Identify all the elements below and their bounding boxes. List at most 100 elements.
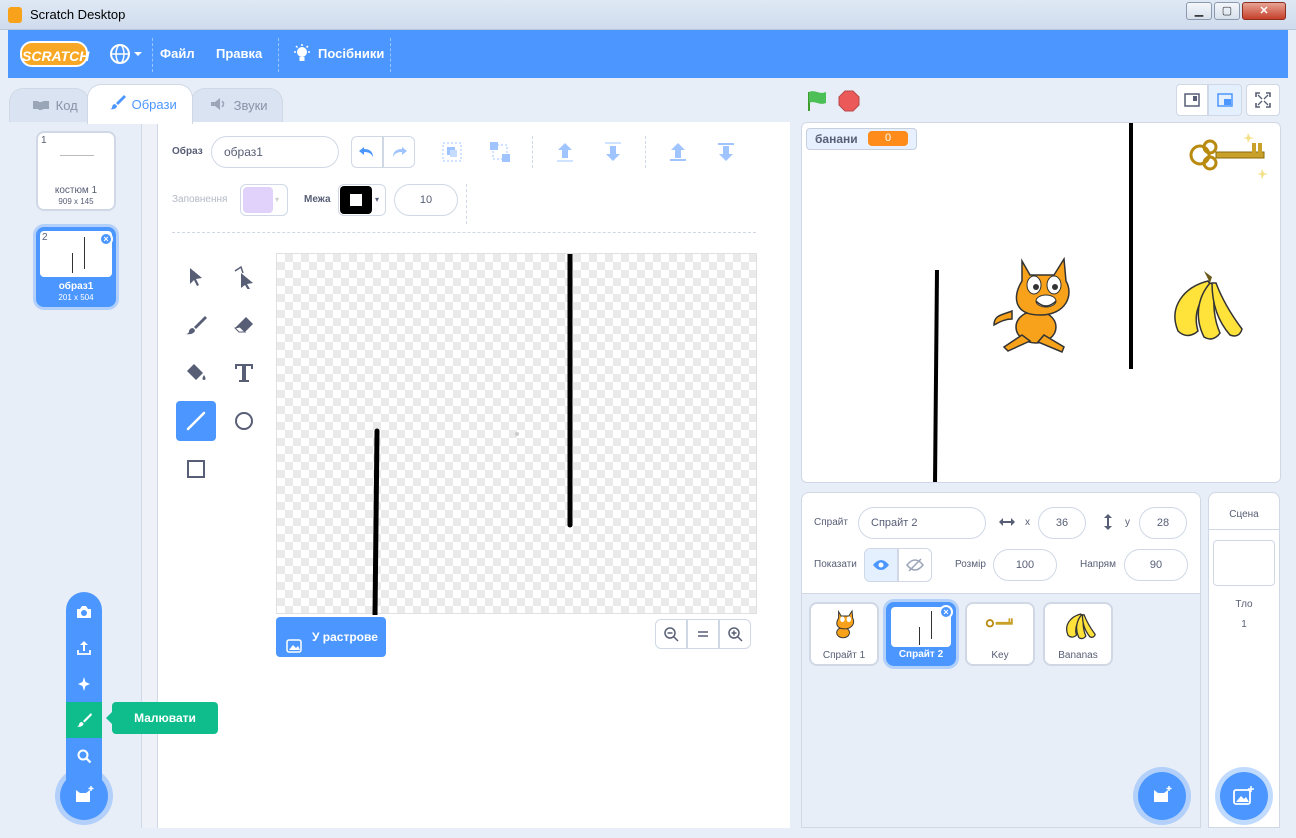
show-button[interactable] [864, 548, 898, 582]
stop-icon[interactable] [838, 90, 860, 117]
sprite-name: Спрайт 2 [898, 649, 944, 660]
sparkle-icon [78, 677, 90, 691]
outline-width-input[interactable]: 10 [394, 184, 458, 216]
sprite-name: Спрайт 1 [822, 650, 866, 661]
fill-label: Заповнення [172, 194, 228, 205]
minimize-button[interactable]: ▁ [1186, 2, 1212, 20]
costume-name-input[interactable] [211, 136, 339, 168]
back-icon[interactable] [714, 140, 738, 169]
zoom-in-button[interactable] [719, 619, 751, 649]
costume-name: костюм 1 [54, 185, 98, 196]
bananas-sprite[interactable] [1164, 267, 1244, 352]
paint-canvas[interactable] [276, 253, 757, 615]
menu-tutorials[interactable]: Посібники [318, 46, 384, 61]
y-input[interactable]: 28 [1139, 507, 1187, 539]
menu-edit[interactable]: Правка [216, 46, 262, 61]
tab-code-label: Код [55, 98, 78, 113]
add-costume-button[interactable] [60, 772, 108, 820]
brush-icon [186, 316, 207, 335]
group-icon[interactable] [440, 140, 464, 169]
backdrop-thumbnail [1213, 540, 1275, 586]
fullscreen-icon [1255, 92, 1271, 108]
undo-button[interactable] [351, 136, 383, 168]
search-button[interactable] [66, 738, 102, 774]
sprite-tile-4[interactable]: Bananas [1043, 602, 1113, 666]
outline-label: Межа [304, 194, 331, 205]
direction-input[interactable]: 90 [1124, 549, 1188, 581]
reshape-tool[interactable] [224, 257, 264, 297]
line-icon [186, 411, 206, 431]
sprite-tile-1[interactable]: Спрайт 1 [809, 602, 879, 666]
costume-item-2[interactable]: 2 × образ1 201 x 504 [36, 227, 116, 307]
redo-icon [393, 147, 407, 157]
surprise-button[interactable] [66, 666, 102, 702]
redo-button[interactable] [383, 136, 415, 168]
menu-file[interactable]: Файл [160, 46, 195, 61]
stage[interactable] [801, 122, 1281, 483]
maximize-button[interactable]: ▢ [1214, 2, 1240, 20]
outline-color-picker[interactable]: ▾ [338, 184, 386, 216]
text-tool[interactable] [224, 353, 264, 393]
zoom-out-icon [664, 627, 679, 642]
close-button[interactable]: ✕ [1242, 2, 1286, 20]
cat-sprite[interactable] [992, 251, 1092, 360]
sprite-name-input[interactable] [858, 507, 986, 539]
upload-button[interactable] [66, 630, 102, 666]
add-sprite-button[interactable] [1138, 772, 1186, 820]
menubar: SCRATCH Файл Правка Посібники [8, 30, 1288, 78]
x-input[interactable]: 36 [1038, 507, 1086, 539]
small-stage-button[interactable] [1176, 84, 1208, 116]
fill-tool[interactable] [176, 353, 216, 393]
paint-button[interactable] [66, 702, 102, 738]
zoom-out-button[interactable] [655, 619, 687, 649]
scratch-logo[interactable]: SCRATCH [20, 41, 89, 67]
delete-sprite-button[interactable]: × [939, 605, 953, 619]
y-label: y [1125, 517, 1130, 528]
eye-slash-icon [906, 558, 924, 572]
rectangle-tool[interactable] [176, 449, 216, 489]
line-tool[interactable] [176, 401, 216, 441]
front-icon[interactable] [666, 140, 690, 169]
camera-button[interactable] [66, 594, 102, 630]
zoom-reset-button[interactable] [687, 619, 719, 649]
sprite-tile-3[interactable]: Key [965, 602, 1035, 666]
sprite-label: Спрайт [814, 517, 848, 528]
tab-sounds[interactable]: Звуки [191, 88, 283, 124]
green-flag-icon[interactable] [806, 90, 828, 117]
ungroup-icon[interactable] [488, 140, 512, 169]
code-blocks-icon [32, 90, 50, 124]
add-backdrop-button[interactable] [1220, 772, 1268, 820]
large-stage-button[interactable] [1208, 84, 1242, 116]
language-globe-icon[interactable] [110, 43, 144, 70]
forward-icon[interactable] [553, 140, 577, 169]
tab-sounds-label: Звуки [233, 98, 268, 113]
costume-size: 201 x 504 [58, 293, 94, 302]
camera-icon [77, 606, 91, 618]
size-input[interactable]: 100 [993, 549, 1057, 581]
sprite-tile-2[interactable]: × Спрайт 2 [886, 602, 956, 666]
tab-costumes[interactable]: Образи [87, 84, 193, 124]
delete-costume-button[interactable]: × [99, 232, 113, 246]
brush-tool[interactable] [176, 305, 216, 345]
key-sprite[interactable] [1186, 129, 1276, 190]
select-tool[interactable] [176, 257, 216, 297]
costume-size: 909 x 145 [58, 197, 94, 206]
eye-icon [873, 560, 889, 570]
reshape-icon [234, 265, 253, 289]
eraser-tool[interactable] [224, 305, 264, 345]
convert-to-bitmap-button[interactable]: У растрове [276, 617, 386, 657]
costume-item-1[interactable]: 1 костюм 1 909 x 145 [36, 131, 116, 211]
fill-color-picker[interactable]: ▾ [240, 184, 288, 216]
hide-button[interactable] [898, 548, 932, 582]
brush-icon [77, 713, 92, 727]
backward-icon[interactable] [601, 140, 625, 169]
brush-icon [110, 86, 126, 126]
fullscreen-button[interactable] [1246, 84, 1280, 116]
costume-number: 1 [41, 135, 47, 146]
search-icon [77, 749, 92, 764]
backdrop-label: Тло [1235, 599, 1253, 610]
tab-code[interactable]: Код [9, 88, 89, 124]
circle-tool[interactable] [224, 401, 264, 441]
cat-thumbnail [829, 608, 861, 647]
arrow-icon [190, 268, 202, 286]
